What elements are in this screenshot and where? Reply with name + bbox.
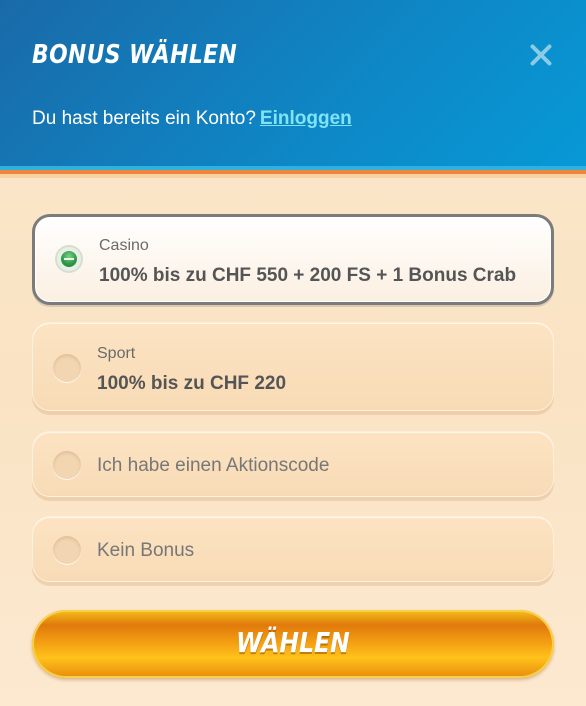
login-prompt: Du hast bereits ein Konto? [32, 108, 256, 129]
radio-button-selected[interactable] [55, 245, 83, 273]
login-link[interactable]: Einloggen [260, 108, 352, 129]
radio-button[interactable] [53, 354, 81, 382]
bonus-option-label: Sport [97, 345, 136, 362]
bonus-option-casino[interactable]: Casino 100% bis zu CHF 550 + 200 FS + 1 … [32, 214, 554, 305]
modal-header [0, 0, 586, 166]
bonus-option-value: 100% bis zu CHF 550 + 200 FS + 1 Bonus C… [99, 265, 517, 286]
bonus-option-value: 100% bis zu CHF 220 [97, 373, 287, 394]
bonus-option-label: Casino [99, 237, 149, 254]
bonus-option-label: Kein Bonus [97, 540, 195, 561]
modal-title: BONUS WÄHLEN [32, 40, 238, 70]
bonus-option-promo-code[interactable]: Ich habe einen Aktionscode [32, 431, 554, 497]
radio-button[interactable] [53, 536, 81, 564]
choose-button[interactable]: WÄHLEN [32, 610, 554, 678]
bonus-option-none[interactable]: Kein Bonus [32, 516, 554, 582]
header-divider-glow [0, 174, 586, 178]
close-icon[interactable] [526, 40, 556, 70]
check-icon [61, 251, 77, 267]
radio-button[interactable] [53, 451, 81, 479]
bonus-option-label: Ich habe einen Aktionscode [97, 455, 330, 476]
login-prompt-line: Du hast bereits ein Konto? Einloggen [32, 108, 352, 130]
choose-button-label: WÄHLEN [236, 626, 350, 659]
bonus-option-sport[interactable]: Sport 100% bis zu CHF 220 [32, 322, 554, 411]
